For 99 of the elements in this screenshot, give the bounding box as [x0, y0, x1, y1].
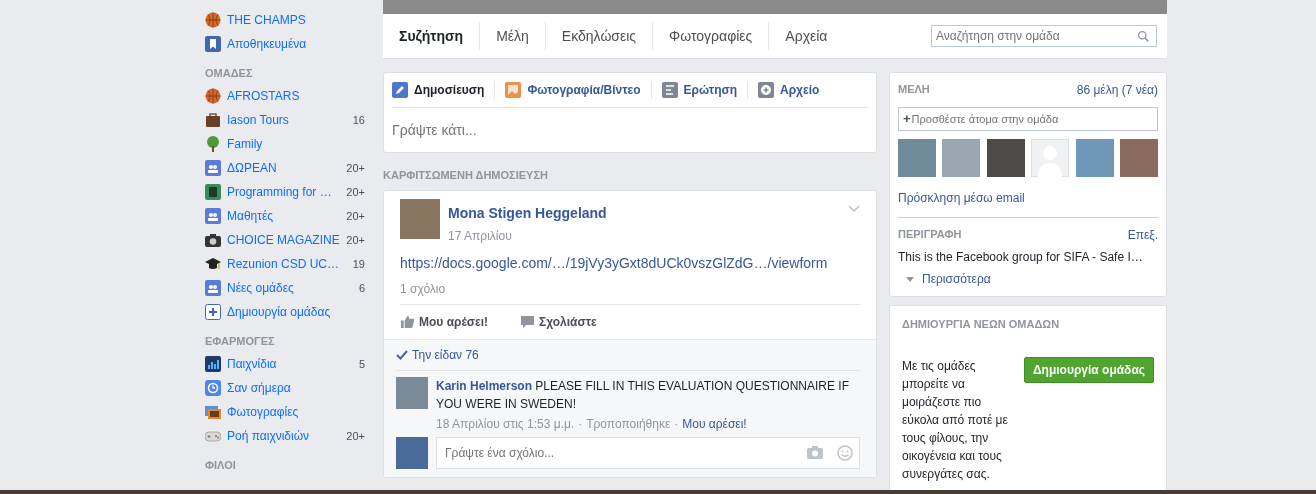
sidebar-item[interactable]: Αποθηκευμένα — [227, 35, 365, 53]
section-heading: ΠΕΡΙΓΡΑΦΗ — [898, 227, 962, 242]
basketball-icon — [205, 88, 221, 104]
games-icon — [205, 356, 221, 372]
camera-icon — [807, 445, 823, 460]
group-tab[interactable]: Φωτογραφίες — [653, 22, 770, 50]
speech-bubble-icon — [520, 314, 536, 329]
clock-icon — [205, 380, 221, 396]
briefcase-icon — [205, 112, 221, 128]
author-link[interactable]: Karin Helmerson — [436, 378, 533, 393]
sidebar-item[interactable]: Μαθητές — [227, 207, 341, 225]
sidebar-item[interactable]: Νέες ομάδες — [227, 279, 353, 297]
smiley-icon — [837, 444, 853, 461]
graduation-cap-icon — [205, 256, 221, 272]
sidebar-item[interactable]: Ροή παιχνιδιών — [227, 427, 341, 445]
post-date: 17 Απριλίου — [448, 227, 512, 245]
item-count: 16 — [352, 112, 365, 128]
sidebar-item[interactable]: Δημιουργία ομάδας — [227, 303, 365, 321]
caret-icon — [906, 276, 914, 282]
post-link[interactable]: https://docs.google.com/…/19jVy3yGxt8dUCk0vszGlZdG…/viewform — [400, 252, 860, 274]
plus-icon: + — [903, 109, 911, 129]
composer-tab[interactable]: Ερώτηση — [651, 81, 749, 99]
sidebar-item[interactable]: CHOICE MAGAZINE — [227, 231, 341, 249]
composer-tab[interactable]: Δημοσίευση — [392, 81, 496, 99]
bookmark-icon — [205, 36, 221, 52]
avatar-photo — [400, 198, 440, 239]
sidebar-item[interactable]: THE CHAMPS — [227, 11, 365, 29]
sidebar-item[interactable]: AFROSTARS — [227, 87, 365, 105]
member-photo[interactable] — [986, 139, 1025, 177]
item-count: 5 — [358, 356, 365, 372]
sidebar-item[interactable]: Φωτογραφίες — [227, 403, 365, 421]
plus-icon — [758, 82, 775, 98]
seen-count: Την είδαν 76 — [412, 346, 479, 364]
composer-card[interactable]: Δημοσίευση Φωτογραφία/Βίντεο Ερώτηση Αρχείο Γράψτε κάτι... — [383, 72, 877, 153]
search-icon — [1137, 29, 1150, 43]
sidebar-item[interactable]: Rezunion CSD UC… — [227, 255, 347, 273]
comment-text: Karin Helmerson PLEASE FILL IN THIS EVALUATION QUESTIONNAIRE IF YOU WERE IN SWEDEN! — [436, 377, 850, 413]
group-tab[interactable]: Συζήτηση — [383, 22, 481, 50]
composer-tab[interactable]: Αρχείο — [748, 81, 830, 99]
section-heading: ΟΜΑΔΕΣ — [205, 66, 254, 80]
author-link[interactable]: Mona Stigen Heggeland — [448, 202, 607, 224]
checkmark-icon — [396, 349, 408, 360]
sidebar-item[interactable]: Family — [227, 135, 365, 153]
item-count: 6 — [358, 280, 365, 296]
item-count: 20+ — [346, 160, 365, 176]
like-button[interactable]: Μου αρέσει! — [400, 312, 489, 331]
item-count: 20+ — [346, 208, 365, 224]
avatar-silhouette — [1031, 139, 1070, 177]
group-icon — [205, 208, 221, 224]
thumbs-up-icon — [400, 314, 415, 329]
comment-button[interactable]: Σχολιάστε — [520, 312, 597, 331]
group-tab[interactable]: Αρχεία — [769, 22, 844, 50]
game-controller-icon — [205, 428, 221, 444]
edit-link[interactable]: Επεξ. — [1127, 226, 1158, 244]
list-icon — [661, 82, 678, 98]
composer-tab[interactable]: Φωτογραφία/Βίντεο — [495, 81, 652, 99]
plus-icon — [205, 304, 221, 320]
group-icon — [205, 160, 221, 176]
edited-label: Τροποποιήθηκε — [586, 416, 671, 431]
separator-dot: · — [578, 416, 583, 431]
separator-dot: · — [674, 416, 679, 431]
section-heading: ΜΕΛΗ — [898, 82, 930, 97]
tree-icon — [205, 136, 221, 152]
section-heading: ΦΙΛΟΙ — [205, 458, 237, 472]
square-icon — [205, 184, 221, 200]
comment-field[interactable]: Γράψτε ένα σχόλιο... — [436, 436, 860, 469]
sidebar-item[interactable]: Παιχνίδια — [227, 355, 353, 373]
like-link[interactable]: Μου αρέσει! — [682, 416, 747, 431]
sidebar-item[interactable]: Programming for … — [227, 183, 341, 201]
group-tab[interactable]: Μέλη — [480, 22, 546, 50]
item-count: 20+ — [346, 428, 365, 444]
item-count: 19 — [352, 256, 365, 272]
create-groups-text: Με τις ομάδες μπορείτε να μοιράζεστε πιο εύκολα από ποτέ με τους φίλους, την οικογένεια και τους συνεργάτες σας. — [902, 357, 1009, 483]
group-icon — [205, 280, 221, 296]
sidebar-item[interactable]: Σαν σήμερα — [227, 379, 365, 397]
basketball-icon — [205, 12, 221, 28]
image-icon — [505, 82, 522, 98]
chevron-icon — [848, 204, 860, 213]
avatar-photo — [396, 436, 428, 469]
section-heading: ΚΑΡΦΙΤΣΩΜΕΝΗ ΔΗΜΟΣΙΕΥΣΗ — [383, 168, 549, 183]
comment-time: 18 Απριλίου στις 1:53 μ.μ. — [436, 416, 575, 431]
camera-icon — [205, 232, 221, 248]
more-link[interactable]: Περισσότερα — [898, 270, 991, 288]
item-count: 20+ — [346, 184, 365, 200]
add-people-field[interactable]: +Προσθέστε άτομα στην ομάδα — [898, 107, 1158, 131]
sidebar-item[interactable]: ΔΩΡΕΑΝ — [227, 159, 341, 177]
invite-link[interactable]: Πρόσκληση μέσω email — [898, 189, 1158, 207]
member-photo[interactable] — [1119, 139, 1158, 177]
section-heading: ΔΗΜΙΟΥΡΓΙΑ ΝΕΩΝ ΟΜΑΔΩΝ — [902, 317, 1061, 332]
item-count: 20+ — [346, 232, 365, 248]
member-count-link[interactable]: 86 μέλη (7 νέα) — [1076, 81, 1158, 99]
pencil-icon — [392, 82, 408, 98]
photos-icon — [205, 404, 221, 420]
avatar-photo — [396, 376, 428, 409]
section-heading: ΕΦΑΡΜΟΓΕΣ — [205, 334, 276, 348]
sidebar-item[interactable]: Iason Tours — [227, 111, 347, 129]
group-tab[interactable]: Εκδηλώσεις — [545, 22, 654, 50]
group-description: This is the Facebook group for SIFA - Safe I… — [898, 249, 1144, 266]
search-field[interactable]: Αναζήτηση στην ομάδα — [931, 25, 1157, 47]
